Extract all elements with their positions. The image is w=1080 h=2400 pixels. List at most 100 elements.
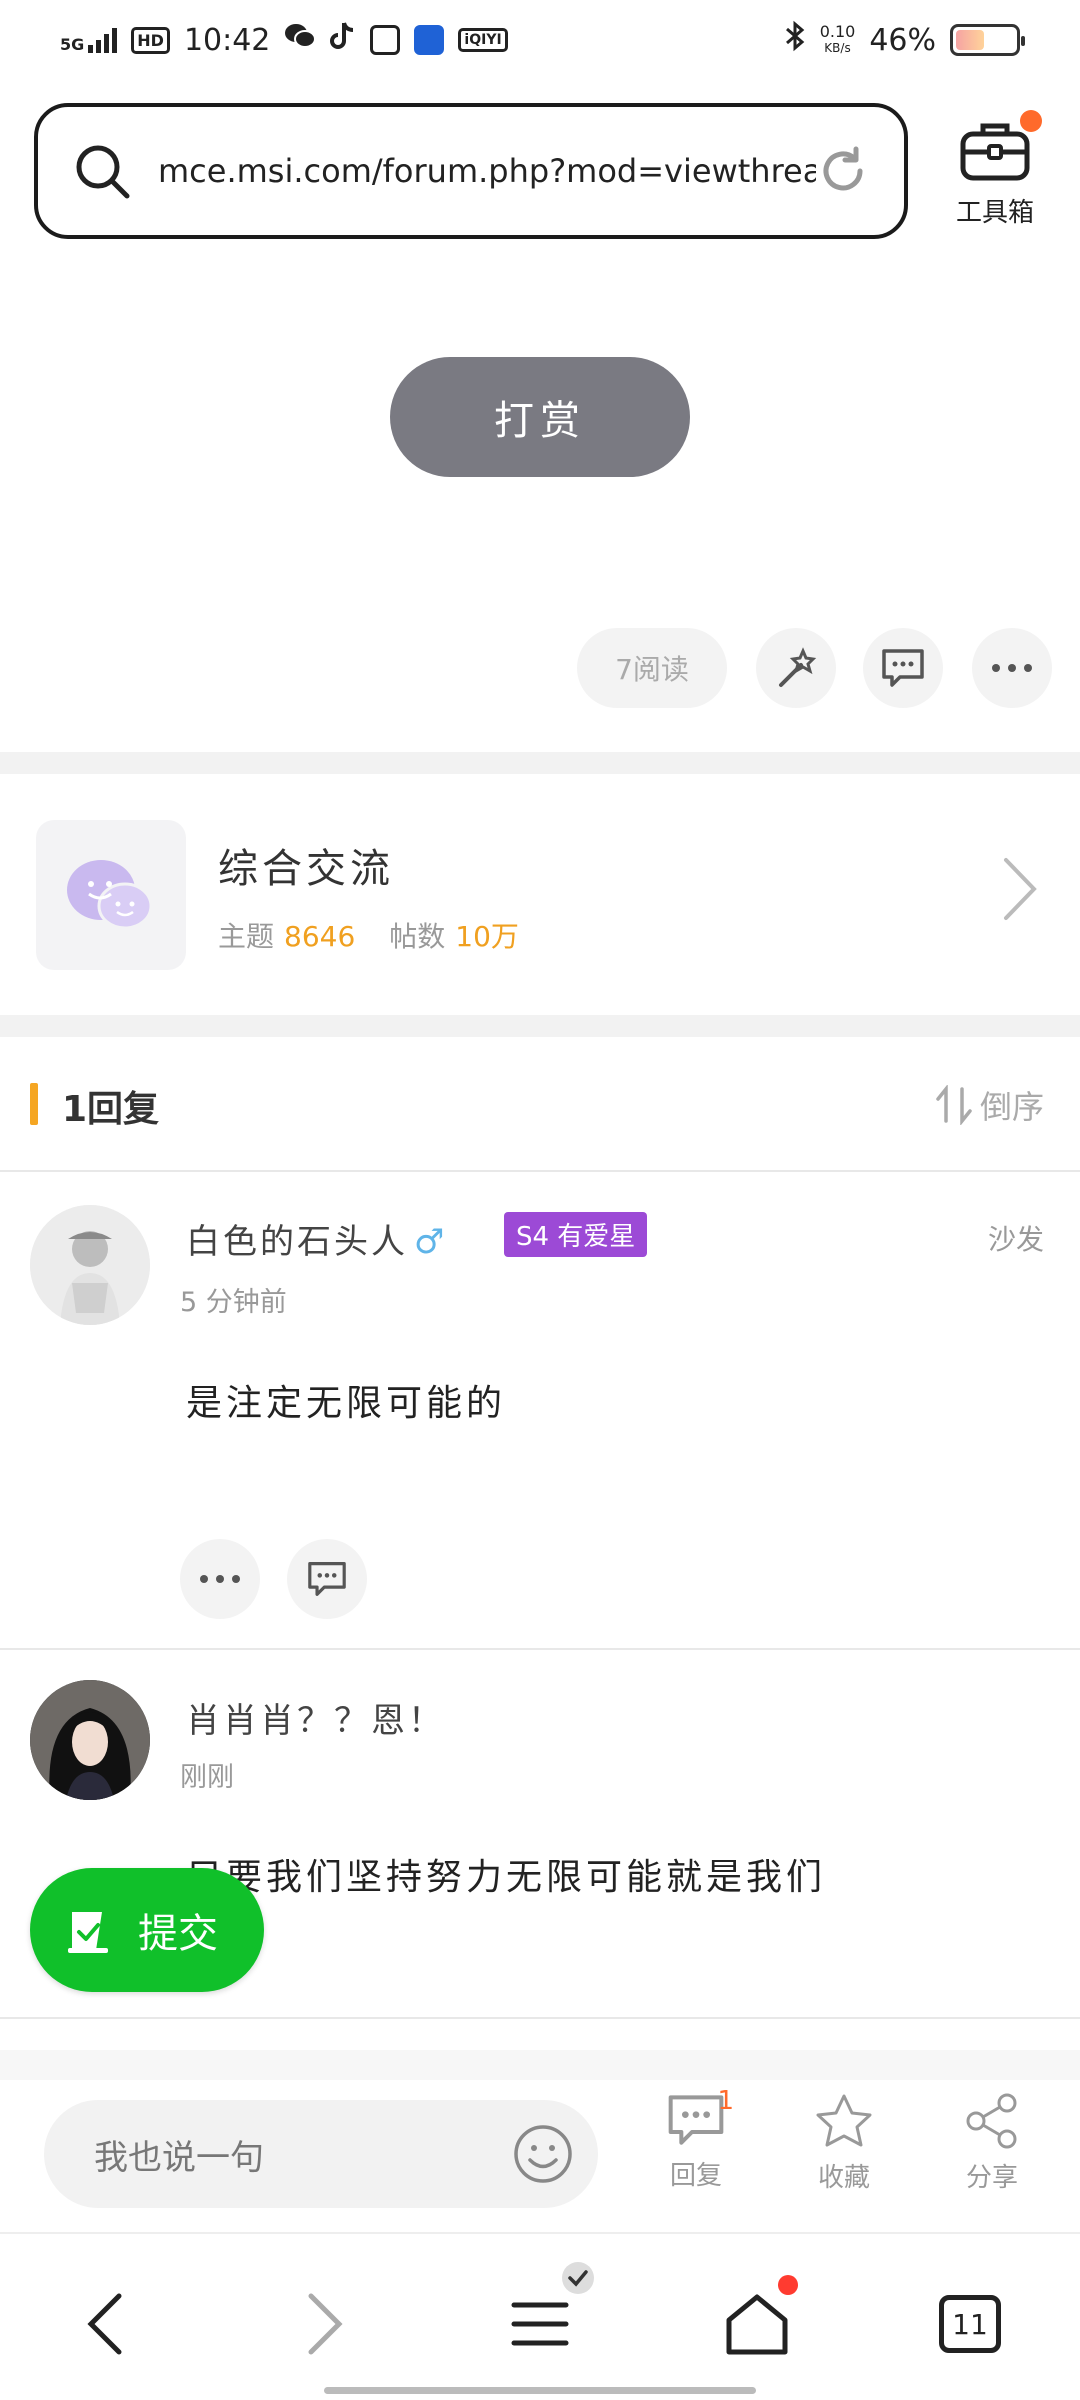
submit-button[interactable]: 提交 (30, 1868, 264, 1992)
toolbox-icon (960, 123, 1030, 181)
comment-time: 5 分钟前 (180, 1287, 287, 1318)
chevron-right-icon (308, 2293, 343, 2355)
comment-text: 是注定无限可能的 (186, 1383, 507, 1424)
sort-button[interactable]: 倒序 (936, 1082, 1044, 1128)
username[interactable]: 白色的石头人 ♂ (186, 1214, 447, 1263)
more-icon (200, 1575, 240, 1583)
more-button[interactable] (972, 628, 1052, 708)
browser-app-icon (414, 25, 445, 55)
divider (0, 1648, 1080, 1650)
username-text: 白色的石头人 (186, 1222, 408, 1262)
back-button[interactable] (60, 2279, 150, 2369)
iqiyi-icon: iQIYI (458, 28, 508, 52)
favorite-button[interactable]: 收藏 (794, 2092, 894, 2194)
menu-button[interactable] (495, 2262, 594, 2369)
net-speed-unit: KB/s (824, 41, 851, 55)
avatar[interactable] (30, 1205, 150, 1325)
clock: 10:42 (183, 22, 271, 58)
like-button[interactable] (756, 628, 836, 708)
net-speed-value: 0.10 (819, 22, 856, 41)
tabs-count: 11 (952, 2307, 988, 2341)
sort-label: 倒序 (979, 1088, 1044, 1126)
section-divider (0, 752, 1080, 774)
avatar[interactable] (30, 1680, 150, 1800)
reply-action-button[interactable]: 1 回复 (646, 2086, 746, 2192)
check-badge-icon (562, 2262, 594, 2294)
signal-bars-icon (88, 27, 118, 53)
posts-label: 帖数 (389, 920, 446, 953)
comment-icon (882, 649, 924, 687)
read-count: 7阅读 (577, 628, 727, 708)
chevron-left-icon (87, 2293, 122, 2355)
sort-icon (936, 1085, 972, 1125)
home-button[interactable] (712, 2275, 802, 2369)
comment-text: 只要我们坚持努力无限可能就是我们 (186, 1857, 827, 1898)
favorite-label: 收藏 (817, 2163, 870, 2193)
wechat-icon (284, 21, 317, 59)
divider (0, 2017, 1080, 2019)
signal-indicator: 5G (60, 27, 118, 54)
share-icon (966, 2093, 1017, 2149)
notification-dot (778, 2275, 798, 2295)
forum-logo (36, 820, 186, 970)
hd-icon: HD (131, 26, 170, 54)
comment-input-placeholder: 我也说一句 (94, 2137, 264, 2178)
reply-count-badge: 1 (717, 2086, 734, 2116)
reward-button[interactable]: 打赏 (390, 357, 690, 477)
bluetooth-icon (784, 20, 806, 60)
search-icon (76, 145, 130, 199)
section-divider (0, 1015, 1080, 1037)
net-speed: 0.10 KB/s (820, 24, 856, 56)
topics-label: 主题 (218, 920, 275, 953)
refresh-icon[interactable] (816, 144, 870, 198)
comment-time: 刚刚 (180, 1762, 234, 1793)
reply-action-label: 回复 (669, 2161, 722, 2191)
more-icon (992, 664, 1032, 672)
submit-label: 提交 (138, 1911, 218, 1957)
forum-stats: 主题 8646 帖数 10万 (218, 915, 553, 955)
comment-reply-button[interactable] (287, 1539, 367, 1619)
browser-nav-bar: 11 (0, 2232, 1080, 2400)
tabs-icon: 11 (939, 2295, 1001, 2353)
battery-icon (950, 24, 1025, 56)
read-count-label: 7阅读 (615, 653, 689, 686)
comment-button[interactable] (863, 628, 943, 708)
toolbox-button[interactable]: 工具箱 (940, 108, 1050, 238)
user-level-badge: S4 有爱星 (504, 1212, 648, 1257)
forum-name[interactable]: 综合交流 (218, 836, 394, 894)
comment-more-button[interactable] (180, 1539, 260, 1619)
topics-value: 8646 (284, 920, 356, 953)
network-type: 5G (60, 35, 85, 54)
divider (0, 1170, 1080, 1172)
chevron-right-icon (1004, 858, 1037, 920)
battery-percent: 46% (869, 22, 936, 58)
gesture-bar[interactable] (324, 2387, 756, 2394)
tabs-button[interactable]: 11 (925, 2279, 1015, 2369)
star-icon (816, 2094, 872, 2147)
edit-check-icon (68, 1912, 108, 1953)
toolbox-label: 工具箱 (955, 198, 1034, 228)
share-label: 分享 (965, 2163, 1018, 2193)
section-divider (0, 2050, 1080, 2080)
menu-icon (511, 2302, 569, 2346)
floor-label: 沙发 (987, 1223, 1044, 1256)
status-bar: 5G HD 10:42 iQIYI 0.10 KB/s 46% (0, 0, 1080, 80)
url-text[interactable]: mce.msi.com/forum.php?mod=viewthrea… (158, 152, 816, 190)
accent-bar (30, 1083, 38, 1125)
share-button[interactable]: 分享 (942, 2092, 1042, 2194)
chat-bubbles-icon (67, 860, 153, 930)
home-icon (726, 2294, 788, 2355)
app-icon (370, 25, 401, 55)
comment-input[interactable]: 我也说一句 (44, 2100, 598, 2208)
tiktok-icon (330, 21, 356, 59)
emoji-icon[interactable] (512, 2123, 574, 2185)
address-bar[interactable]: mce.msi.com/forum.php?mod=viewthrea… (34, 103, 908, 239)
magic-wand-icon (779, 647, 817, 687)
posts-value: 10万 (455, 920, 519, 953)
notification-dot (1020, 110, 1042, 132)
replies-title: 1回复 (62, 1089, 160, 1130)
username[interactable]: 肖肖肖？？恩！ (186, 1693, 445, 1742)
comment-icon (308, 1562, 346, 1596)
forward-button[interactable] (280, 2279, 370, 2369)
male-icon: ♂ (414, 1222, 448, 1262)
